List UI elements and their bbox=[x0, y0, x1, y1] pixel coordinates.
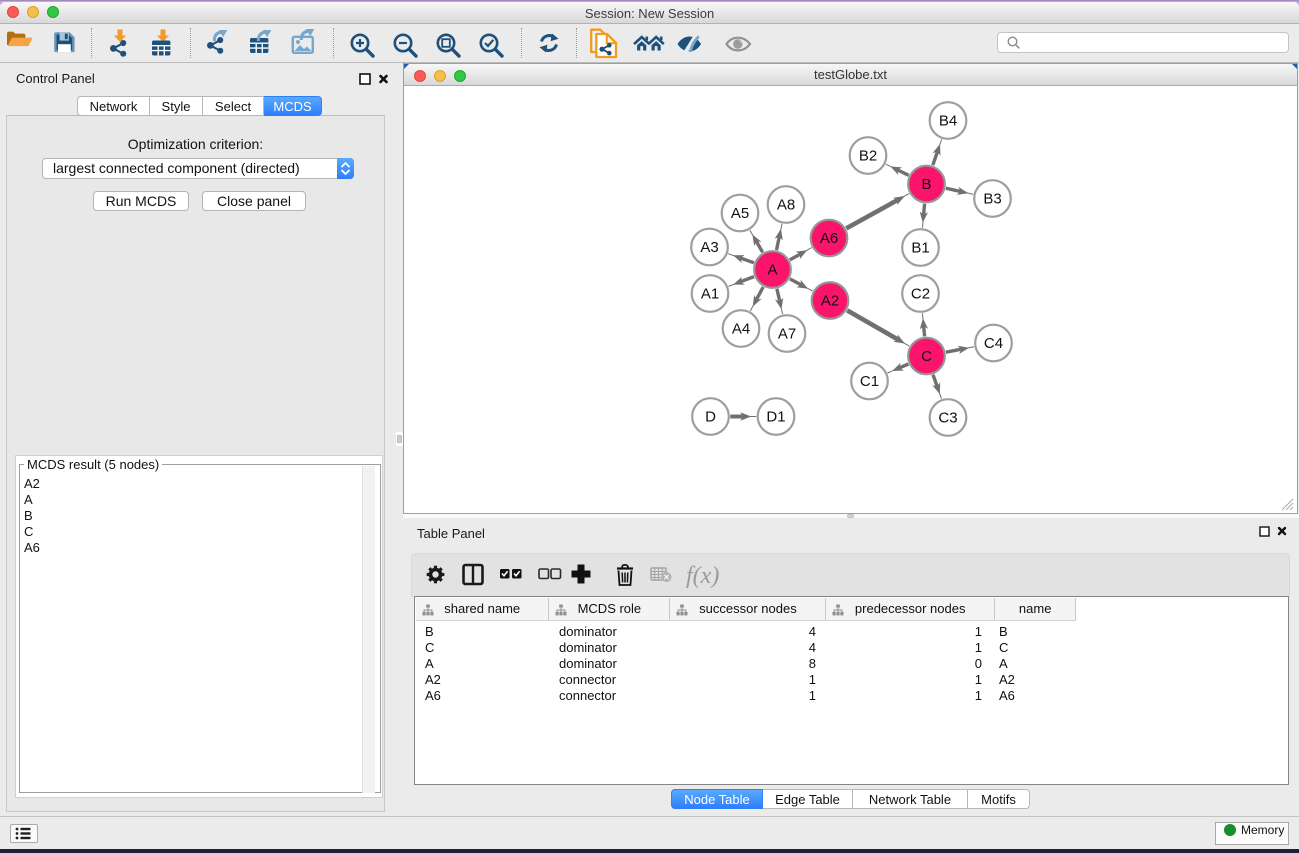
svg-text:A4: A4 bbox=[732, 321, 750, 338]
svg-text:B1: B1 bbox=[911, 240, 929, 257]
svg-text:B4: B4 bbox=[939, 113, 957, 130]
svg-text:A1: A1 bbox=[701, 286, 719, 303]
svg-text:f(x): f(x) bbox=[686, 563, 719, 589]
svg-text:A6: A6 bbox=[820, 230, 838, 247]
svg-text:A5: A5 bbox=[731, 205, 749, 222]
svg-text:D1: D1 bbox=[766, 409, 785, 426]
svg-text:A3: A3 bbox=[700, 239, 718, 256]
svg-text:B2: B2 bbox=[859, 148, 877, 165]
svg-text:A7: A7 bbox=[778, 326, 796, 343]
svg-text:C2: C2 bbox=[911, 286, 930, 303]
svg-text:B: B bbox=[921, 176, 931, 193]
svg-text:C4: C4 bbox=[984, 335, 1003, 352]
svg-text:C: C bbox=[921, 348, 932, 365]
svg-text:A2: A2 bbox=[821, 293, 839, 310]
svg-text:A8: A8 bbox=[777, 197, 795, 214]
svg-text:C1: C1 bbox=[860, 373, 879, 390]
svg-text:B3: B3 bbox=[983, 191, 1001, 208]
svg-text:C3: C3 bbox=[938, 410, 957, 427]
svg-text:D: D bbox=[705, 409, 716, 426]
svg-text:A: A bbox=[767, 262, 777, 279]
